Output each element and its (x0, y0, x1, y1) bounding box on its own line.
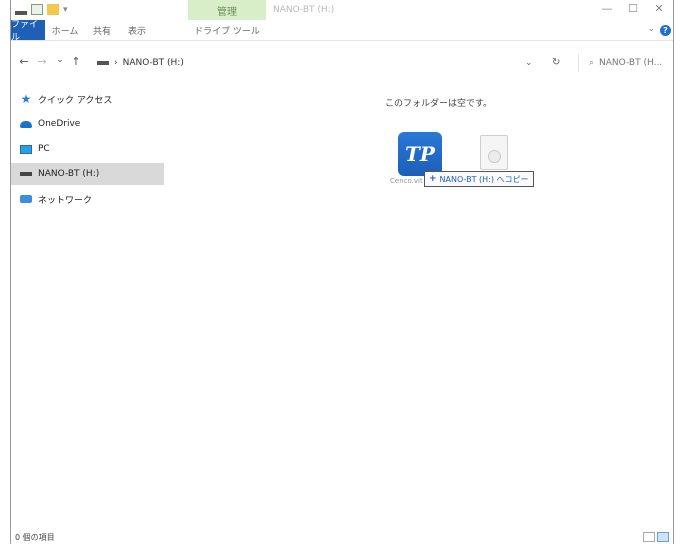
dragged-file-icon[interactable] (480, 135, 508, 170)
sidebar-item-quick-access[interactable]: ★ クイック アクセス (11, 88, 171, 110)
address-dropdown-icon[interactable]: ⌄ (525, 58, 533, 68)
navigation-pane: ★ クイック アクセス OneDrive PC NANO-BT (H:) ネット… (11, 88, 171, 213)
tab-manage[interactable]: 管理 (188, 0, 266, 20)
sidebar-item-onedrive[interactable]: OneDrive (11, 113, 171, 135)
sidebar-item-nano-bt[interactable]: NANO-BT (H:) (11, 163, 164, 185)
sidebar-item-pc[interactable]: PC (11, 138, 171, 160)
close-button[interactable]: ✕ (647, 2, 671, 15)
title-bar: ▾ 管理 NANO-BT (H:) — ☐ ✕ (11, 0, 673, 20)
sidebar-item-label: クイック アクセス (38, 95, 113, 106)
search-box[interactable]: ⌕ NANO-BT (H... (578, 54, 673, 72)
tab-drive-tools[interactable]: ドライブ ツール (191, 20, 263, 40)
item-count: 0 個の項目 (15, 533, 55, 542)
forward-button[interactable]: → (35, 55, 49, 68)
tab-file[interactable]: ファイル (11, 20, 45, 43)
drive-icon (97, 61, 109, 65)
breadcrumb-location[interactable]: NANO-BT (H:) (123, 58, 184, 68)
onedrive-icon (19, 118, 33, 130)
explorer-window: ▾ 管理 NANO-BT (H:) — ☐ ✕ ファイル ホーム 共有 表示 ド… (10, 0, 674, 544)
network-icon (19, 193, 33, 205)
drive-icon (19, 168, 33, 180)
dragged-app-label: Cenco.vit (390, 177, 423, 185)
sidebar-item-label: OneDrive (38, 119, 81, 129)
empty-folder-message: このフォルダーは空です。 (385, 99, 493, 109)
search-icon: ⌕ (589, 58, 595, 68)
refresh-button[interactable]: ↻ (552, 57, 560, 68)
status-bar: 0 個の項目 (11, 530, 673, 544)
pc-icon (19, 143, 33, 155)
recent-locations-button[interactable]: ⌄ (53, 55, 67, 65)
large-icons-view-button[interactable] (657, 532, 669, 542)
copy-drop-tooltip: + NANO-BT (H:) へコピー (424, 171, 534, 187)
properties-check-icon[interactable] (31, 4, 43, 15)
copy-plus-icon: + (429, 174, 437, 184)
quick-access-toolbar: ▾ (15, 4, 68, 15)
help-icon[interactable]: ? (660, 25, 671, 36)
address-bar[interactable]: › NANO-BT (H:) (97, 54, 549, 72)
dragged-app-icon[interactable]: TP (398, 132, 442, 176)
back-button[interactable]: ← (17, 55, 31, 68)
ribbon-expand-icon[interactable]: ⌄ (647, 24, 655, 34)
window-title: NANO-BT (H:) (273, 5, 335, 15)
qat-customize-icon[interactable]: ▾ (63, 5, 68, 15)
ribbon-tabs: ファイル ホーム 共有 表示 ドライブ ツール ⌄ ? (11, 20, 673, 43)
sidebar-item-label: NANO-BT (H:) (38, 169, 100, 179)
copy-tooltip-text: NANO-BT (H:) へコピー (439, 174, 529, 184)
tab-share[interactable]: 共有 (89, 20, 115, 40)
minimize-button[interactable]: — (595, 2, 619, 15)
details-view-button[interactable] (643, 532, 655, 542)
star-icon: ★ (20, 92, 32, 106)
sidebar-item-network[interactable]: ネットワーク (11, 188, 171, 210)
tab-view[interactable]: 表示 (123, 20, 151, 40)
sidebar-item-label: ネットワーク (38, 195, 93, 206)
navigation-bar: ← → ⌄ ↑ › NANO-BT (H:) ⌄ ↻ ⌕ NANO-BT (H.… (11, 52, 673, 76)
search-input[interactable]: NANO-BT (H... (599, 58, 662, 68)
up-button[interactable]: ↑ (69, 55, 83, 68)
breadcrumb-separator[interactable]: › (114, 58, 118, 68)
drive-quick-icon[interactable] (15, 10, 27, 15)
maximize-button[interactable]: ☐ (621, 2, 645, 15)
sidebar-item-label: PC (38, 144, 50, 154)
tab-home[interactable]: ホーム (51, 20, 79, 40)
new-folder-icon[interactable] (47, 4, 59, 15)
